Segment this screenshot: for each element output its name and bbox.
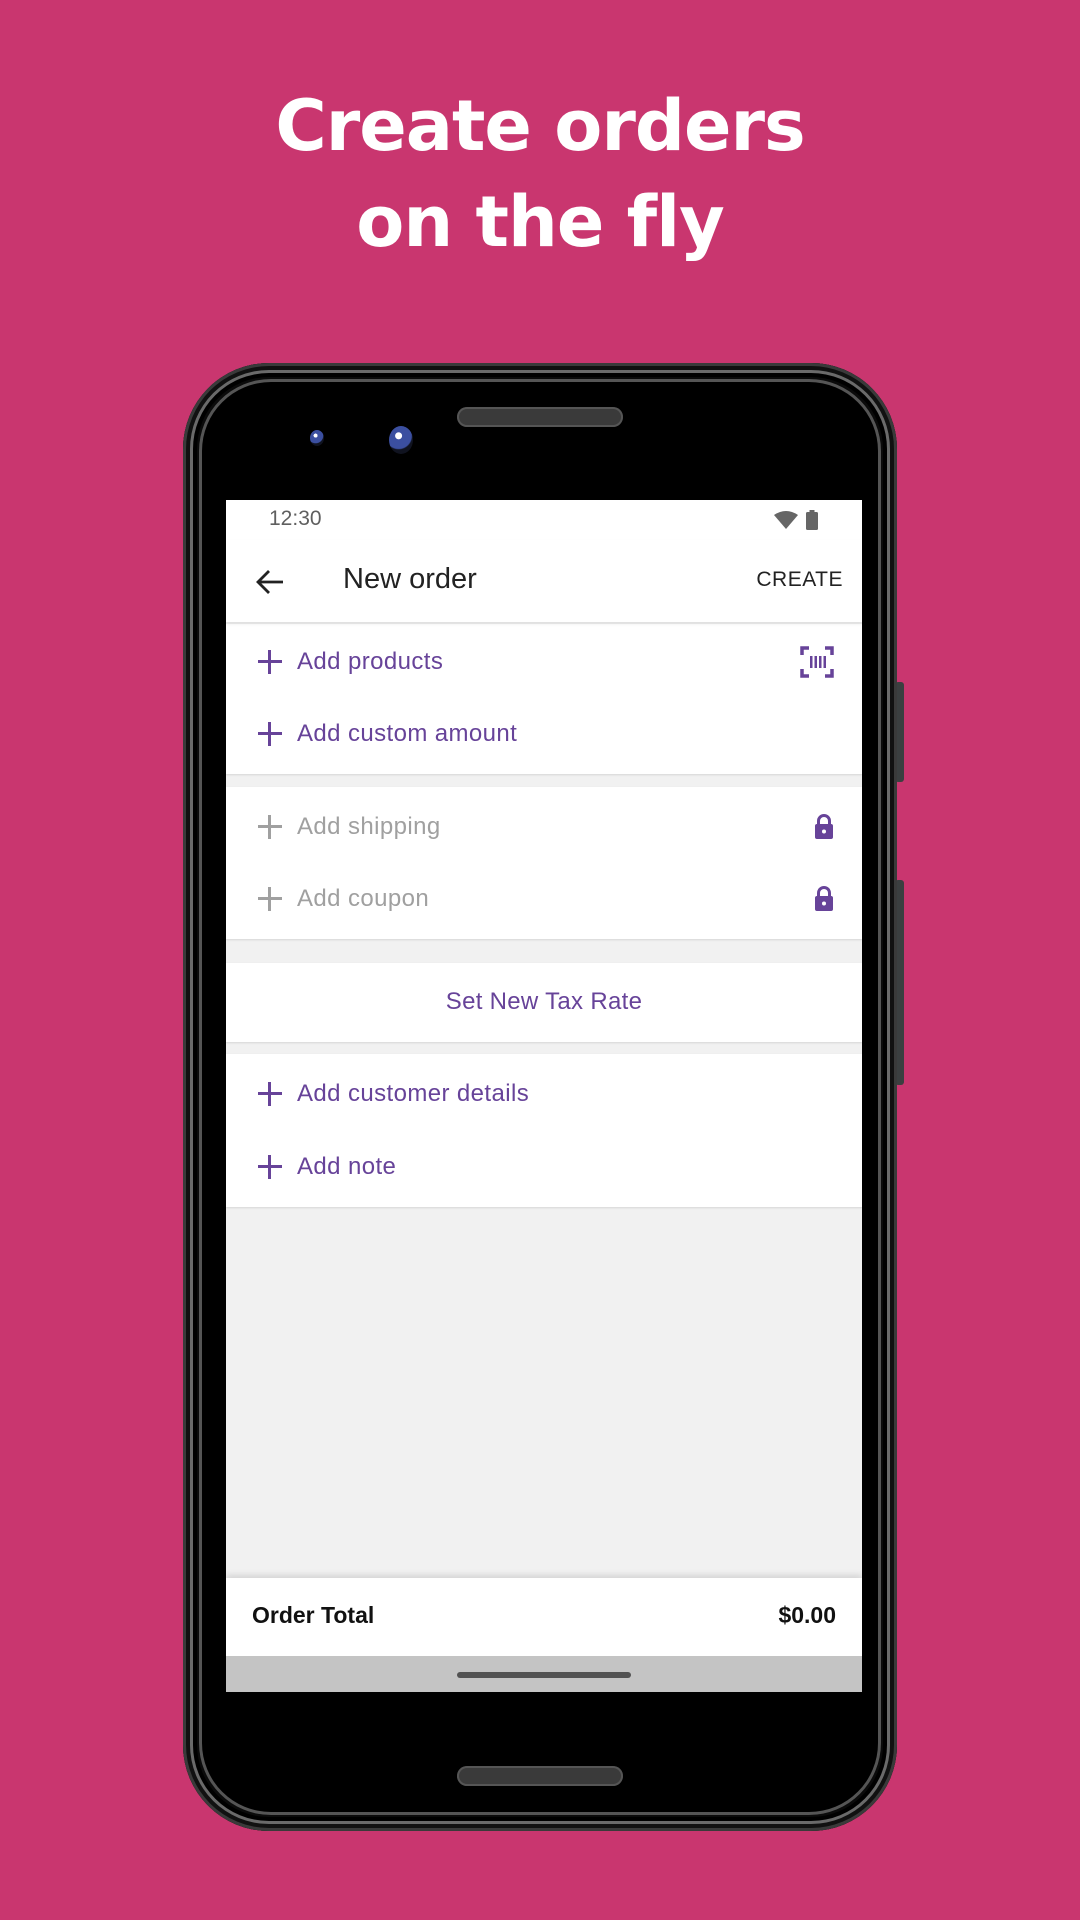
add-custom-amount-button[interactable]: Add custom amount xyxy=(226,698,862,770)
add-coupon-button[interactable]: Add coupon xyxy=(226,863,862,935)
home-gesture-handle[interactable] xyxy=(457,1672,631,1678)
add-customer-details-button[interactable]: Add customer details xyxy=(226,1058,862,1130)
customer-section: Add customer details Add note xyxy=(226,1054,862,1207)
headline-line-2: on the fly xyxy=(356,181,725,263)
add-shipping-button[interactable]: Add shipping xyxy=(226,791,862,863)
page-title: New order xyxy=(343,563,477,595)
extras-section: Add shipping Add coupon xyxy=(226,787,862,939)
add-note-label: Add note xyxy=(297,1153,397,1180)
order-total-label: Order Total xyxy=(252,1602,375,1628)
plus-icon xyxy=(258,887,282,911)
plus-icon xyxy=(258,815,282,839)
phone-top-speaker xyxy=(457,407,623,427)
wifi-icon xyxy=(774,511,798,529)
headline-line-1: Create orders xyxy=(275,85,805,167)
phone-front-sensor xyxy=(310,430,324,446)
lock-icon xyxy=(815,814,833,839)
add-note-button[interactable]: Add note xyxy=(226,1131,862,1203)
status-bar: 12:30 xyxy=(226,500,862,540)
lock-icon xyxy=(815,886,833,911)
plus-icon xyxy=(258,722,282,746)
status-time: 12:30 xyxy=(269,507,322,530)
app-bar: New order CREATE xyxy=(226,540,862,622)
phone-front-camera xyxy=(389,426,413,454)
tax-section: Set New Tax Rate xyxy=(226,963,862,1042)
order-total-value: $0.00 xyxy=(778,1602,836,1628)
arrow-left-icon xyxy=(256,570,283,594)
system-nav-bar xyxy=(226,1656,862,1692)
marketing-headline: Create orders on the fly xyxy=(0,78,1080,270)
back-button[interactable] xyxy=(250,562,290,602)
add-coupon-label: Add coupon xyxy=(297,885,430,912)
plus-icon xyxy=(258,650,282,674)
products-section: Add products Add custom amount xyxy=(226,624,862,774)
phone-bottom-speaker xyxy=(457,1766,623,1786)
barcode-scan-icon[interactable] xyxy=(800,646,834,678)
order-total-bar: Order Total $0.00 xyxy=(226,1578,862,1656)
set-new-tax-rate-button[interactable]: Set New Tax Rate xyxy=(226,988,862,1016)
add-custom-amount-label: Add custom amount xyxy=(297,720,518,747)
create-button[interactable]: CREATE xyxy=(756,568,843,592)
plus-icon xyxy=(258,1082,282,1106)
plus-icon xyxy=(258,1155,282,1179)
battery-icon xyxy=(806,510,818,530)
add-shipping-label: Add shipping xyxy=(297,813,441,840)
add-customer-details-label: Add customer details xyxy=(297,1080,530,1107)
add-products-button[interactable]: Add products xyxy=(226,626,862,698)
app-screen: 12:30 New order CREATE Add products Add … xyxy=(226,500,862,1692)
add-products-label: Add products xyxy=(297,648,444,675)
